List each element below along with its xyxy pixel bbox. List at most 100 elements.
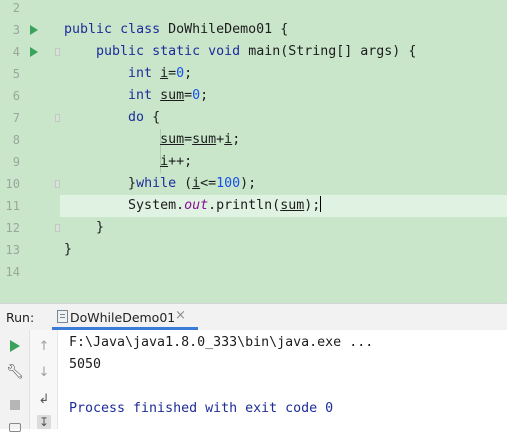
operator: = xyxy=(168,66,177,81)
operator: = xyxy=(184,88,193,103)
line-number: 13 xyxy=(5,243,20,257)
code-line-10: }while (i<=100); xyxy=(64,173,507,195)
code-line-12: } xyxy=(64,217,507,239)
gutter-line-2: 2 xyxy=(0,0,60,19)
fold-icon[interactable] xyxy=(55,48,60,56)
brace: { xyxy=(272,22,289,37)
semicolon: ); xyxy=(304,198,321,213)
keyword: do xyxy=(128,110,145,125)
gutter-line-3: 3 xyxy=(0,19,60,41)
line-number: 11 xyxy=(5,199,20,213)
method-call: .println( xyxy=(208,198,281,213)
brace: { xyxy=(144,110,161,125)
line-number: 9 xyxy=(12,155,20,169)
close-icon[interactable]: × xyxy=(175,308,186,323)
scroll-to-end-icon[interactable]: ↧ xyxy=(35,413,53,431)
gutter-line-8: 8 xyxy=(0,129,60,151)
keyword: int xyxy=(128,88,153,103)
line-number: 3 xyxy=(12,23,20,37)
brace: } xyxy=(64,242,73,257)
tab-dowhiledemo01[interactable]: DoWhileDemo01 × xyxy=(52,304,198,330)
line-number: 4 xyxy=(12,45,20,59)
variable: i xyxy=(160,154,169,169)
code-line-8: sum=sum+i; xyxy=(64,129,507,151)
gutter-line-14: 14 xyxy=(0,261,60,283)
code-area[interactable]: public class DoWhileDemo01 { public stat… xyxy=(60,0,507,303)
line-number: 10 xyxy=(5,177,20,191)
wrench-icon[interactable]: 🔧︎ xyxy=(6,363,24,381)
keyword: while xyxy=(136,176,177,191)
line-number: 8 xyxy=(12,133,20,147)
code-line-4: public static void main(String[] args) { xyxy=(64,41,507,63)
fold-icon[interactable] xyxy=(55,180,60,188)
operator: ++; xyxy=(168,154,193,169)
variable: sum xyxy=(280,198,305,213)
gutter-line-7: 7 xyxy=(0,107,60,129)
semicolon: ); xyxy=(240,176,257,191)
line-number: 2 xyxy=(12,1,20,15)
run-again-icon[interactable] xyxy=(6,337,24,355)
semicolon: ; xyxy=(184,66,193,81)
brace: } xyxy=(96,220,105,235)
gutter-line-13: 13 xyxy=(0,239,60,261)
fold-icon[interactable] xyxy=(55,224,60,232)
camera-icon[interactable] xyxy=(6,418,24,436)
gutter-line-11: 11 xyxy=(0,195,60,217)
keyword: static xyxy=(152,44,201,59)
keyword: int xyxy=(128,66,153,81)
gutter-line-4: 4 xyxy=(0,41,60,63)
variable: i xyxy=(192,176,201,191)
code-line-9: i++; xyxy=(64,151,507,173)
line-number: 12 xyxy=(5,221,20,235)
semicolon: ; xyxy=(232,132,241,147)
up-arrow-icon[interactable]: ↑ xyxy=(35,337,53,355)
number: 100 xyxy=(216,176,241,191)
down-arrow-icon[interactable]: ↓ xyxy=(35,363,53,381)
console-output[interactable]: F:\Java\java1.8.0_333\bin\java.exe ... 5… xyxy=(58,330,507,429)
run-class-icon[interactable] xyxy=(30,25,38,35)
console-command-line: F:\Java\java1.8.0_333\bin\java.exe ... xyxy=(69,335,374,350)
run-label: Run: xyxy=(6,310,35,325)
run-toolbar-right: ↑ ↓ ↲ ↧ xyxy=(30,330,58,429)
variable: i xyxy=(224,132,233,147)
console-program-output: 5050 xyxy=(69,357,102,372)
stop-icon[interactable] xyxy=(6,396,24,414)
code-line-7: do { xyxy=(64,107,507,129)
keyword: public xyxy=(64,22,113,37)
operator: + xyxy=(216,132,225,147)
brace: } xyxy=(128,176,137,191)
editor-gutter: 2 3 4 5 6 7 8 9 10 11 12 13 14 xyxy=(0,0,60,303)
number: 0 xyxy=(192,88,201,103)
text-caret xyxy=(320,196,322,212)
keyword: class xyxy=(120,22,161,37)
code-editor[interactable]: 2 3 4 5 6 7 8 9 10 11 12 13 14 public cl… xyxy=(0,0,507,303)
number: 0 xyxy=(176,66,185,81)
code-line-3: public class DoWhileDemo01 { xyxy=(64,19,507,41)
method-name: main xyxy=(248,44,281,59)
gutter-line-5: 5 xyxy=(0,63,60,85)
variable: sum xyxy=(160,132,185,147)
line-number: 5 xyxy=(12,67,20,81)
params: (String[] args) { xyxy=(280,44,417,59)
run-toolbar-left: 🔧︎ xyxy=(0,330,30,432)
class-ref: System. xyxy=(128,198,185,213)
run-method-icon[interactable] xyxy=(30,47,38,57)
soft-wrap-icon[interactable]: ↲ xyxy=(35,390,53,408)
operator: = xyxy=(184,132,193,147)
fold-icon[interactable] xyxy=(55,114,60,122)
variable: i xyxy=(160,66,169,81)
code-line-5: int i=0; xyxy=(64,63,507,85)
code-line-11: System.out.println(sum); xyxy=(60,195,507,217)
variable: sum xyxy=(192,132,217,147)
static-field: out xyxy=(184,198,209,213)
gutter-line-10: 10 xyxy=(0,173,60,195)
variable: sum xyxy=(160,88,185,103)
class-name: DoWhileDemo01 xyxy=(168,22,273,37)
gutter-line-6: 6 xyxy=(0,85,60,107)
run-panel-header: Run: DoWhileDemo01 × xyxy=(0,303,507,330)
line-number: 14 xyxy=(5,265,20,279)
keyword: public xyxy=(96,44,145,59)
code-line-13: } xyxy=(64,239,507,261)
paren: ( xyxy=(176,176,193,191)
semicolon: ; xyxy=(200,88,209,103)
